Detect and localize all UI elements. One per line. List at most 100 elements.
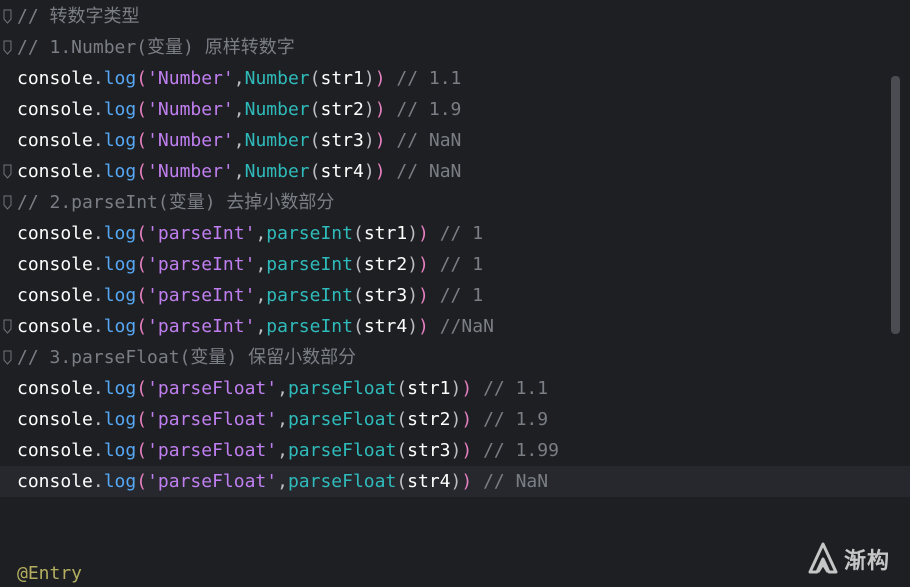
token-dot: . — [92, 378, 104, 399]
token-comma: , — [255, 316, 267, 337]
code-statement: console.log('Number',Number(str3)) // Na… — [17, 125, 461, 156]
token-dot: . — [92, 471, 104, 492]
code-line[interactable]: console.log('Number',Number(str4)) // Na… — [0, 156, 910, 187]
token-paren: ( — [352, 285, 364, 306]
token-string: 'parseInt' — [147, 254, 256, 275]
code-editor[interactable]: // 转数字类型// 1.Number(变量) 原样转数字 console.log… — [0, 0, 910, 587]
code-line[interactable]: console.log('Number',Number(str3)) // Na… — [0, 125, 910, 156]
vertical-scrollbar[interactable] — [891, 76, 900, 334]
token-object: console — [17, 285, 93, 306]
token-dot: . — [92, 223, 104, 244]
token-paren: ( — [136, 254, 148, 275]
token-argument: str2 — [363, 254, 408, 275]
code-line[interactable]: console.log('parseInt',parseInt(str1)) /… — [0, 218, 910, 249]
token-method: log — [103, 440, 137, 461]
token-string: 'parseFloat' — [147, 409, 278, 430]
token-comma: , — [255, 223, 267, 244]
token-comma: , — [277, 378, 288, 399]
code-line[interactable]: console.log('Number',Number(str1)) // 1.… — [0, 63, 910, 94]
token-paren: ) — [418, 316, 429, 337]
code-line[interactable]: console.log('parseInt',parseInt(str2)) /… — [0, 249, 910, 280]
code-line[interactable]: console.log('Number',Number(str2)) // 1.… — [0, 94, 910, 125]
code-line[interactable]: console.log('parseInt',parseInt(str3)) /… — [0, 280, 910, 311]
code-statement: console.log('parseInt',parseInt(str4)) /… — [17, 311, 494, 342]
token-paren: ( — [136, 285, 148, 306]
watermark: 渐构 — [808, 541, 890, 577]
token-string: 'Number' — [147, 68, 234, 89]
code-statement: console.log('parseFloat',parseFloat(str1… — [17, 373, 548, 404]
token-comment: // 1 — [439, 285, 484, 306]
token-method: log — [103, 99, 137, 120]
code-line[interactable]: // 1.Number(变量) 原样转数字 — [0, 32, 910, 63]
token-comma: , — [255, 285, 267, 306]
token-object: console — [17, 440, 93, 461]
token-call: parseFloat — [287, 378, 397, 399]
token-comma: , — [233, 130, 245, 151]
code-line[interactable]: // 3.parseFloat(变量) 保留小数部分 — [0, 342, 910, 373]
token-argument: str2 — [320, 99, 364, 120]
fold-marker-icon[interactable] — [3, 164, 12, 179]
token-call: parseFloat — [287, 471, 397, 492]
fold-marker-icon[interactable] — [3, 350, 12, 365]
fold-marker-icon[interactable] — [3, 40, 12, 55]
fold-marker-icon[interactable] — [3, 319, 12, 334]
token-object: console — [17, 471, 93, 492]
token-paren: ) — [418, 254, 429, 275]
code-statement: console.log('parseFloat',parseFloat(str3… — [17, 435, 559, 466]
token-paren: ) — [407, 285, 419, 306]
token-paren: ) — [363, 68, 375, 89]
token-paren: ) — [407, 316, 419, 337]
token-paren: ) — [450, 378, 462, 399]
code-lines[interactable]: // 转数字类型// 1.Number(变量) 原样转数字 console.log… — [0, 1, 910, 497]
token-method: log — [103, 316, 137, 337]
token-paren: ( — [136, 378, 148, 399]
entry-decorator[interactable]: @Entry — [17, 561, 82, 587]
code-comment: // 转数字类型 — [17, 6, 140, 27]
token-string: 'Number' — [147, 99, 234, 120]
code-line[interactable]: console.log('parseFloat',parseFloat(str2… — [0, 404, 910, 435]
token-argument: str1 — [407, 378, 451, 399]
token-paren: ( — [396, 409, 408, 430]
token-comment: // 1 — [439, 223, 484, 244]
token-paren: ) — [374, 99, 386, 120]
token-paren: ( — [136, 316, 148, 337]
code-line[interactable]: console.log('parseInt',parseInt(str4)) /… — [0, 311, 910, 342]
token-paren: ( — [136, 68, 148, 89]
code-line[interactable]: // 转数字类型 — [0, 1, 910, 32]
token-string: 'parseInt' — [147, 316, 256, 337]
token-string: 'parseFloat' — [147, 378, 278, 399]
code-comment: // 2.parseInt(变量) 去掉小数部分 — [17, 192, 335, 213]
token-dot: . — [92, 409, 104, 430]
token-object: console — [17, 223, 93, 244]
token-method: log — [103, 409, 137, 430]
token-comma: , — [277, 409, 288, 430]
token-string: 'parseFloat' — [147, 440, 278, 461]
token-string: 'parseInt' — [147, 223, 256, 244]
code-line[interactable]: console.log('parseFloat',parseFloat(str1… — [0, 373, 910, 404]
token-comment: // 1.9 — [483, 409, 549, 430]
token-object: console — [17, 99, 93, 120]
token-method: log — [103, 68, 137, 89]
fold-marker-icon[interactable] — [3, 9, 12, 24]
token-comment: // 1.1 — [483, 378, 549, 399]
token-comma: , — [277, 440, 288, 461]
token-argument: str4 — [407, 471, 451, 492]
token-string: 'parseFloat' — [147, 471, 278, 492]
token-comma: , — [233, 99, 245, 120]
fold-marker-icon[interactable] — [3, 195, 12, 210]
jiangou-logo-icon — [808, 542, 838, 574]
token-method: log — [103, 254, 137, 275]
token-object: console — [17, 161, 93, 182]
token-argument: str2 — [407, 409, 451, 430]
token-paren: ) — [461, 409, 473, 430]
code-line[interactable]: console.log('parseFloat',parseFloat(str3… — [0, 435, 910, 466]
code-line[interactable]: console.log('parseFloat',parseFloat(str4… — [0, 466, 910, 497]
code-line[interactable]: // 2.parseInt(变量) 去掉小数部分 — [0, 187, 910, 218]
